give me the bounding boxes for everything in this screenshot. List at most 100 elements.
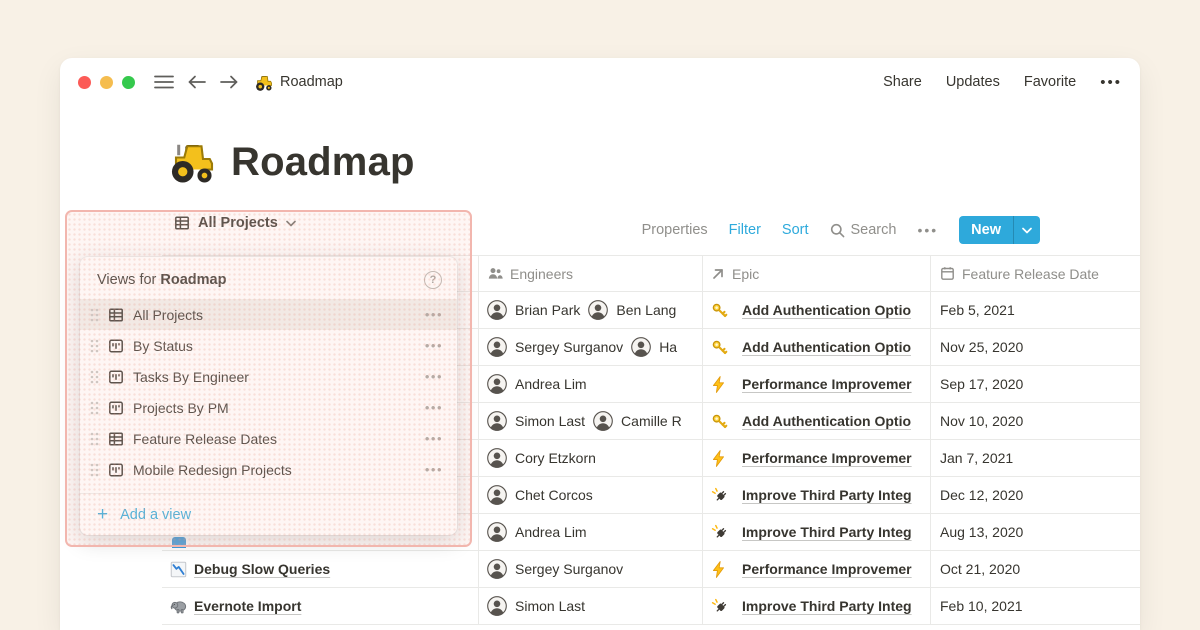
updates-button[interactable]: Updates: [946, 74, 1000, 90]
engineer-name: Brian Park: [515, 302, 580, 318]
column-header-label: Feature Release Date: [962, 266, 1099, 282]
engineers-cell[interactable]: Andrea Lim: [478, 366, 702, 402]
release-date-cell[interactable]: Aug 13, 2020: [930, 514, 1140, 550]
engineer-name: Andrea Lim: [515, 376, 587, 392]
epic-cell[interactable]: Improve Third Party Integ: [702, 588, 930, 624]
release-date-cell[interactable]: Feb 5, 2021: [930, 292, 1140, 328]
views-panel-header: Views for Roadmap ?: [80, 257, 457, 299]
view-item-label: By Status: [133, 338, 193, 354]
new-button[interactable]: New: [959, 216, 1040, 244]
epic-cell[interactable]: Add Authentication Optio: [702, 292, 930, 328]
epic-cell[interactable]: Improve Third Party Integ: [702, 514, 930, 550]
close-window-button[interactable]: [78, 76, 91, 89]
obscured-row-fragment: [172, 537, 296, 548]
avatar-icon: [487, 522, 507, 542]
lightning-icon: [711, 450, 728, 467]
epic-cell[interactable]: Performance Improvemer: [702, 551, 930, 587]
engineer-name: Cory Etzkorn: [515, 450, 596, 466]
epic-cell[interactable]: Improve Third Party Integ: [702, 477, 930, 513]
view-item-mobile-redesign-projects[interactable]: Mobile Redesign Projects•••: [80, 454, 457, 485]
zoom-window-button[interactable]: [122, 76, 135, 89]
north-east-arrow-icon: [711, 267, 725, 281]
filter-button[interactable]: Filter: [729, 222, 761, 238]
search-button[interactable]: Search: [830, 222, 897, 238]
name-cell[interactable]: Debug Slow Queries: [162, 551, 478, 587]
release-date-cell[interactable]: Feb 10, 2021: [930, 588, 1140, 624]
view-item-more-icon[interactable]: •••: [425, 432, 443, 445]
epic-link[interactable]: Improve Third Party Integ: [742, 524, 912, 540]
board-icon: [108, 369, 124, 385]
view-item-all-projects[interactable]: All Projects•••: [80, 299, 457, 330]
forward-arrow-icon[interactable]: [220, 75, 238, 89]
sidebar-menu-icon[interactable]: [154, 74, 174, 90]
epic-link[interactable]: Add Authentication Optio: [742, 339, 911, 355]
release-date-cell[interactable]: Sep 17, 2020: [930, 366, 1140, 402]
help-icon[interactable]: ?: [424, 271, 442, 289]
epic-cell[interactable]: Performance Improvemer: [702, 366, 930, 402]
view-item-feature-release-dates[interactable]: Feature Release Dates •••: [80, 423, 457, 454]
view-item-label: Feature Release Dates: [133, 431, 277, 447]
engineer-name: Sergey Surganov: [515, 561, 623, 577]
view-item-more-icon[interactable]: •••: [425, 308, 443, 321]
view-switcher-button[interactable]: All Projects: [174, 215, 296, 231]
engineers-cell[interactable]: Simon LastCamille R: [478, 403, 702, 439]
new-button-chevron[interactable]: [1014, 216, 1040, 244]
new-button-label: New: [959, 216, 1013, 244]
epic-link[interactable]: Add Authentication Optio: [742, 302, 911, 318]
engineers-cell[interactable]: Chet Corcos: [478, 477, 702, 513]
release-date-cell[interactable]: Jan 7, 2021: [930, 440, 1140, 476]
view-item-projects-by-pm[interactable]: Projects By PM•••: [80, 392, 457, 423]
column-header-engineers[interactable]: Engineers: [478, 256, 702, 291]
view-item-tasks-by-engineer[interactable]: Tasks By Engineer•••: [80, 361, 457, 392]
calendar-icon: [940, 266, 955, 281]
engineers-cell[interactable]: Cory Etzkorn: [478, 440, 702, 476]
page-title: Roadmap: [167, 138, 415, 186]
sort-button[interactable]: Sort: [782, 222, 809, 238]
column-header-feature-release-date[interactable]: Feature Release Date: [930, 256, 1140, 291]
engineers-cell[interactable]: Andrea Lim: [478, 514, 702, 550]
epic-cell[interactable]: Add Authentication Optio: [702, 329, 930, 365]
key-icon: [711, 413, 728, 430]
view-item-more-icon[interactable]: •••: [425, 463, 443, 476]
epic-link[interactable]: Improve Third Party Integ: [742, 598, 912, 614]
engineers-cell[interactable]: Simon Last: [478, 588, 702, 624]
back-arrow-icon[interactable]: [188, 75, 206, 89]
view-item-by-status[interactable]: By Status •••: [80, 330, 457, 361]
epic-link[interactable]: Performance Improvemer: [742, 450, 912, 466]
epic-cell[interactable]: Add Authentication Optio: [702, 403, 930, 439]
engineers-cell[interactable]: Sergey SurganovHa: [478, 329, 702, 365]
drag-handle-icon: [90, 401, 99, 415]
more-options-icon[interactable]: •••: [1100, 75, 1122, 90]
view-item-more-icon[interactable]: •••: [425, 401, 443, 414]
column-header-epic[interactable]: Epic: [702, 256, 930, 291]
view-item-more-icon[interactable]: •••: [425, 370, 443, 383]
breadcrumb[interactable]: Roadmap: [254, 73, 343, 92]
epic-link[interactable]: Performance Improvemer: [742, 561, 912, 577]
release-date-cell[interactable]: Oct 21, 2020: [930, 551, 1140, 587]
epic-cell[interactable]: Performance Improvemer: [702, 440, 930, 476]
release-date-cell[interactable]: Nov 25, 2020: [930, 329, 1140, 365]
epic-link[interactable]: Improve Third Party Integ: [742, 487, 912, 503]
add-view-label: Add a view: [120, 507, 191, 523]
release-date-cell[interactable]: Nov 10, 2020: [930, 403, 1140, 439]
avatar-icon: [588, 300, 608, 320]
engineers-cell[interactable]: Sergey Surganov: [478, 551, 702, 587]
properties-button[interactable]: Properties: [642, 222, 708, 238]
view-item-more-icon[interactable]: •••: [425, 339, 443, 352]
share-button[interactable]: Share: [883, 74, 922, 90]
engineers-cell[interactable]: Brian ParkBen Lang: [478, 292, 702, 328]
add-view-button[interactable]: + Add a view: [80, 494, 457, 535]
drag-handle-icon: [90, 339, 99, 353]
chevron-down-icon: [286, 220, 296, 227]
search-icon: [830, 223, 845, 238]
table-row: Debug Slow Queries Sergey Surganov Perform…: [162, 551, 1140, 588]
release-date-cell[interactable]: Dec 12, 2020: [930, 477, 1140, 513]
window-topbar: Roadmap Share Updates Favorite •••: [60, 58, 1140, 106]
epic-link[interactable]: Performance Improvemer: [742, 376, 912, 392]
name-cell[interactable]: Evernote Import: [162, 588, 478, 624]
epic-link[interactable]: Add Authentication Optio: [742, 413, 911, 429]
favorite-button[interactable]: Favorite: [1024, 74, 1076, 90]
table-row: Evernote ImportSimon Last Improve Third P…: [162, 588, 1140, 625]
minimize-window-button[interactable]: [100, 76, 113, 89]
toolbar-more-icon[interactable]: •••: [917, 222, 938, 238]
